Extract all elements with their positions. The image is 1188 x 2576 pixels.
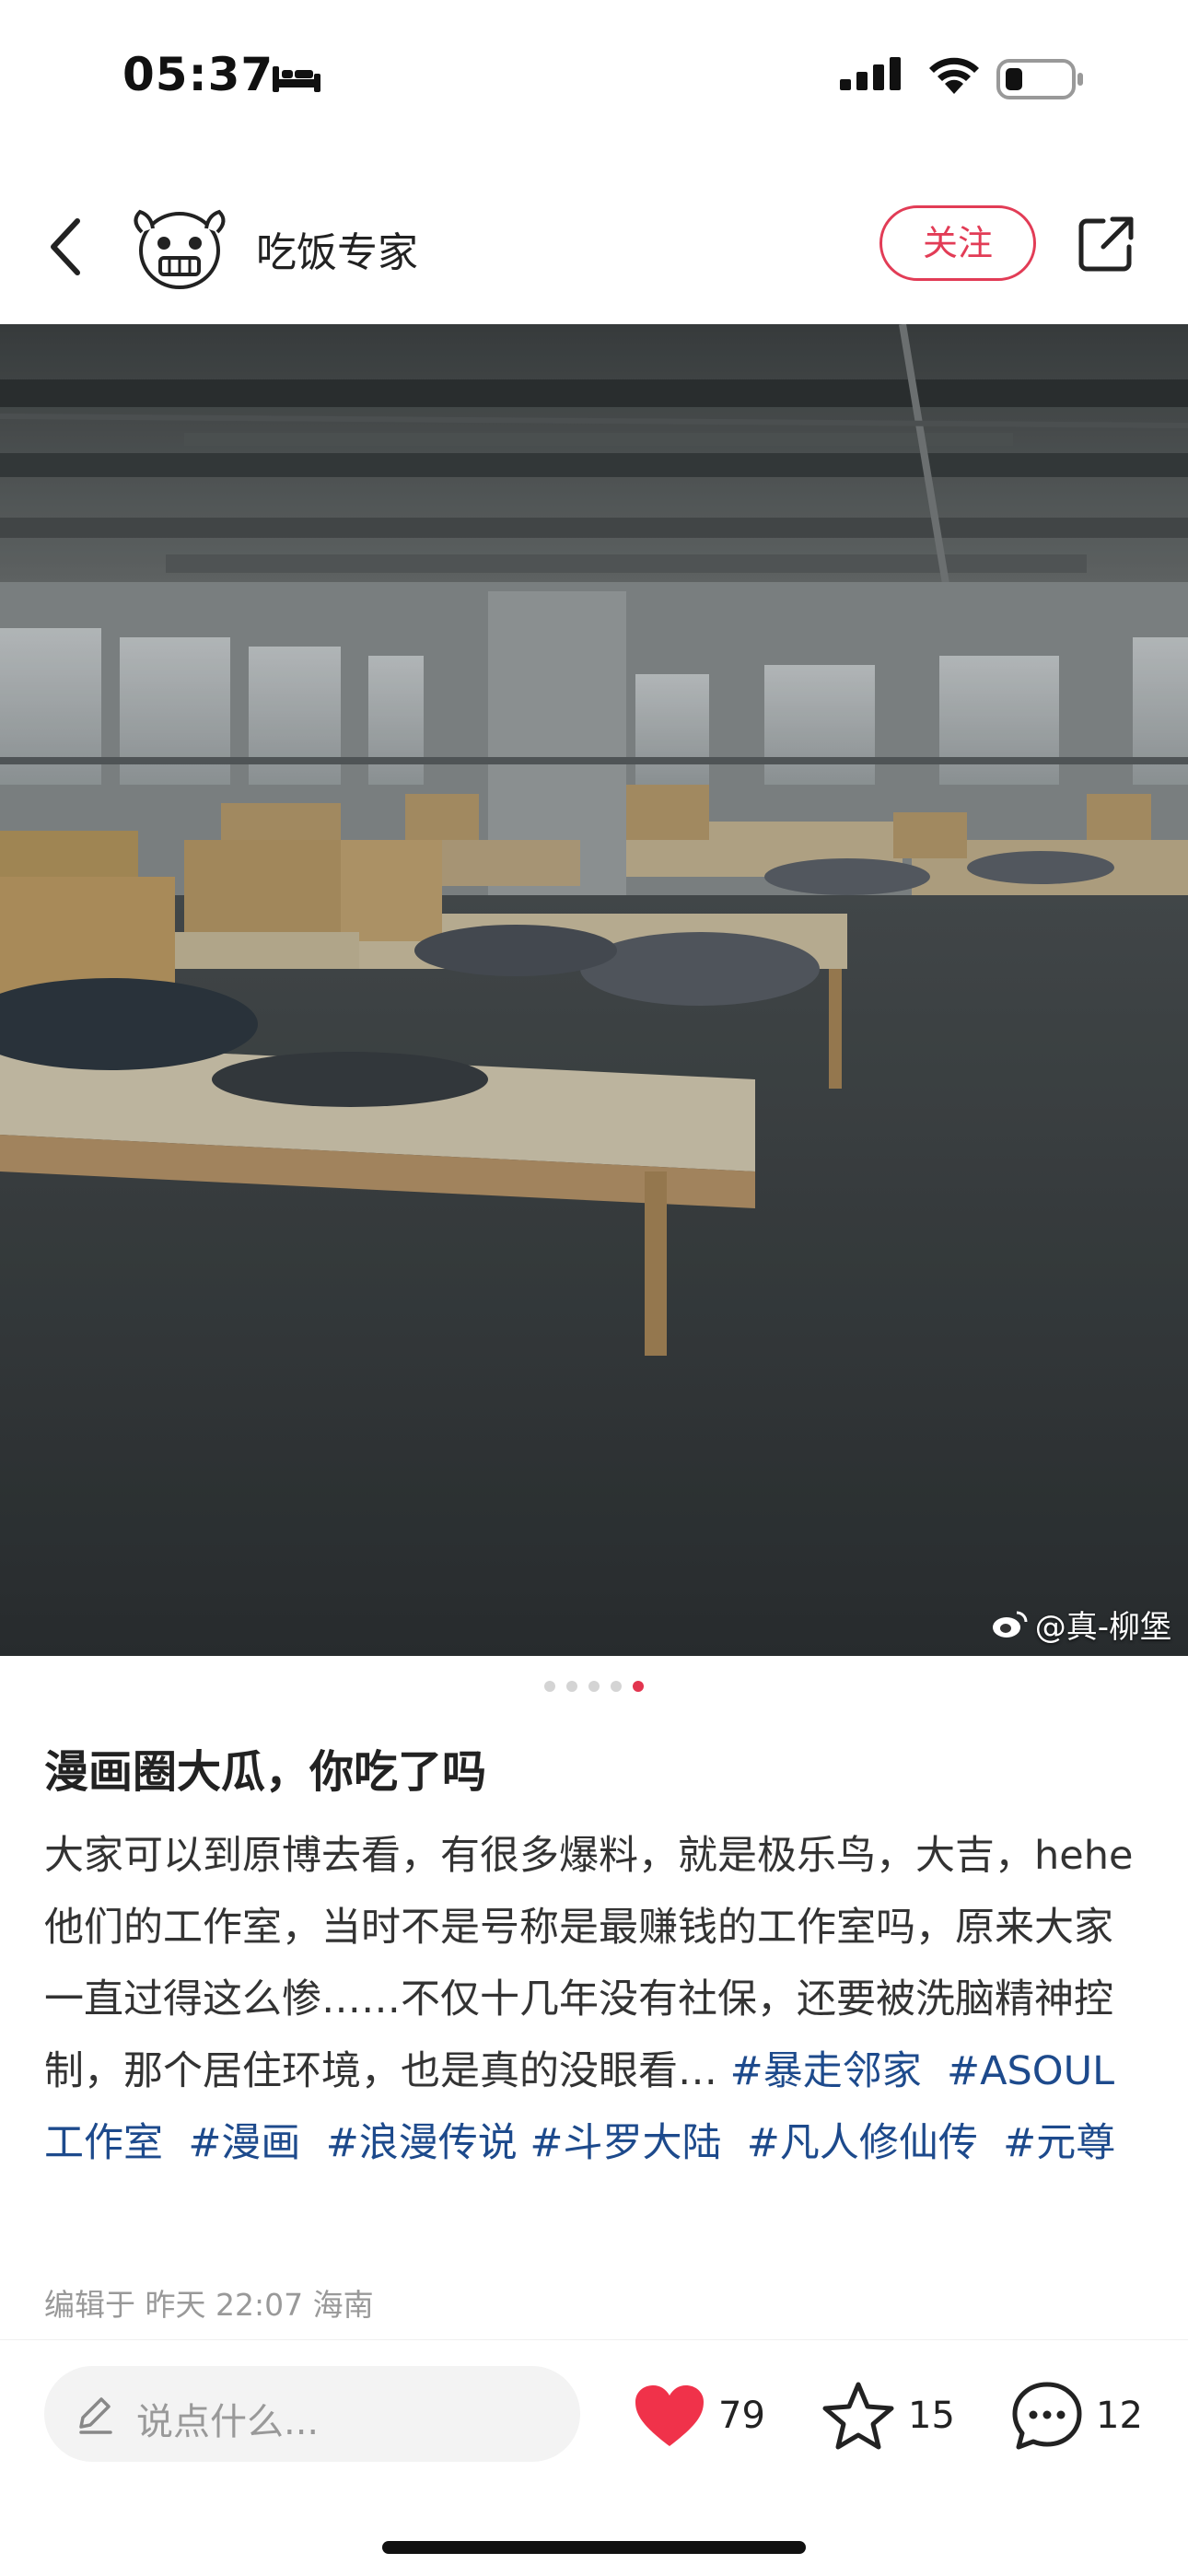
weibo-logo-icon	[992, 1611, 1028, 1638]
post-photo[interactable]: @真-柳堡	[0, 324, 1188, 1656]
carousel-dot	[544, 1681, 555, 1692]
hashtag[interactable]: #斗罗大陆	[530, 2120, 721, 2166]
star-icon	[822, 2382, 894, 2450]
author-name[interactable]: 吃饭专家	[256, 219, 418, 278]
image-watermark: @真-柳堡	[991, 1602, 1171, 1647]
watermark-text: @真-柳堡	[1034, 1609, 1171, 1646]
comment-placeholder: 说点什么...	[136, 2401, 320, 2443]
author-avatar[interactable]	[129, 203, 230, 295]
carousel-dot	[611, 1681, 622, 1692]
carousel-indicator	[0, 1681, 1188, 1692]
comment-count: 12	[1096, 2395, 1143, 2437]
post-header: 吃饭专家 关注	[0, 175, 1188, 313]
status-bar: 05:37	[0, 0, 1188, 157]
post-meta: 编辑于 昨天 22:07 海南	[44, 2287, 374, 2323]
comment-button[interactable]: 12	[1011, 2379, 1143, 2453]
collect-count: 15	[908, 2395, 955, 2437]
hashtag[interactable]: #暴走邻家	[730, 2048, 922, 2094]
wifi-icon	[929, 57, 979, 94]
like-button[interactable]: 79	[634, 2379, 765, 2453]
cellular-signal-icon	[840, 57, 901, 90]
dormitory-room-image	[0, 324, 1188, 1656]
like-count: 79	[718, 2395, 765, 2437]
comment-input[interactable]: 说点什么...	[44, 2366, 580, 2462]
pen-icon	[79, 2397, 112, 2434]
status-time: 05:37	[122, 48, 274, 101]
carousel-dot	[566, 1681, 577, 1692]
hashtag[interactable]: #凡人修仙传	[747, 2120, 978, 2166]
post-body: 大家可以到原博去看，有很多爆料，就是极乐鸟，大吉，hehe他们的工作室，当时不是…	[44, 1820, 1149, 2179]
share-icon[interactable]	[1076, 214, 1136, 274]
post-title: 漫画圈大瓜，你吃了吗	[44, 1746, 487, 1798]
comment-bubble-icon	[1012, 2382, 1082, 2450]
hashtag[interactable]: #漫画	[188, 2120, 300, 2166]
carousel-dot-active	[633, 1681, 644, 1692]
bottom-action-bar: 说点什么... 79 15 12	[0, 2339, 1188, 2576]
follow-button[interactable]: 关注	[879, 205, 1036, 281]
battery-icon	[996, 59, 1083, 99]
heart-icon	[635, 2385, 704, 2446]
carousel-dot	[588, 1681, 600, 1692]
hashtag[interactable]: #元尊	[1003, 2120, 1115, 2166]
back-arrow-icon[interactable]	[41, 210, 96, 284]
home-indicator[interactable]	[382, 2541, 806, 2554]
sleep-mode-icon	[273, 66, 320, 92]
collect-button[interactable]: 15	[821, 2379, 955, 2453]
hashtag[interactable]: #浪漫传说	[326, 2120, 518, 2166]
